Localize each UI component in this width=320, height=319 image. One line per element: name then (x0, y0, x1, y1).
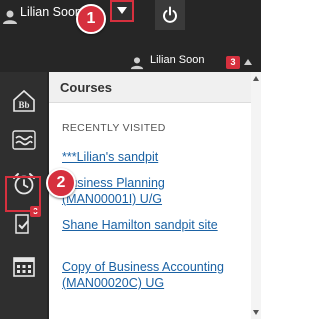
courses-panel: Courses RECENTLY VISITED ***Lilian's san… (49, 72, 251, 319)
courses-title: Courses (60, 80, 113, 95)
bb-home-icon: Bb (13, 89, 35, 112)
username-label[interactable]: Lilian Soon (20, 5, 82, 19)
caret-down-icon (117, 7, 127, 14)
scroll-down-icon[interactable] (253, 310, 259, 315)
step-1-callout: 1 (76, 4, 106, 34)
notification-badge[interactable]: 3 (226, 56, 240, 69)
stream-wave-icon (12, 130, 36, 150)
course-link[interactable]: ***Lilian's sandpit (62, 149, 237, 165)
caret-up-icon[interactable] (244, 59, 252, 65)
main-header-bar: Lilian Soon 3 (0, 44, 261, 72)
scroll-up-icon[interactable] (253, 76, 259, 81)
user-icon (130, 57, 144, 70)
user-dropdown-button[interactable] (110, 0, 134, 22)
nav-item-stream[interactable] (0, 124, 47, 156)
courses-title-bar: Courses (49, 72, 251, 103)
course-link[interactable]: Business Planning (MAN00001I) U/G (62, 175, 237, 207)
top-user-bar: Lilian Soon (0, 0, 261, 44)
user-icon (3, 10, 17, 24)
logout-button[interactable] (155, 0, 185, 30)
activity-highlight-box (5, 176, 41, 212)
power-icon (163, 6, 177, 23)
svg-text:Bb: Bb (18, 100, 29, 110)
calendar-icon (13, 257, 35, 277)
header-username[interactable]: Lilian Soon (150, 54, 204, 66)
courses-scrollbar[interactable] (251, 72, 261, 319)
nav-item-calendar[interactable] (0, 248, 47, 280)
course-link[interactable]: Shane Hamilton sandpit site (62, 217, 237, 233)
course-link[interactable]: Copy of Business Accounting (MAN00020C) … (62, 259, 237, 291)
step-2-callout: 2 (46, 168, 76, 198)
nav-item-home[interactable]: Bb (0, 84, 47, 116)
main-panel: Lilian Soon 3 Bb 3 Courses RECENTLY VISI… (0, 44, 261, 319)
recently-visited-heading: RECENTLY VISITED (62, 122, 166, 134)
